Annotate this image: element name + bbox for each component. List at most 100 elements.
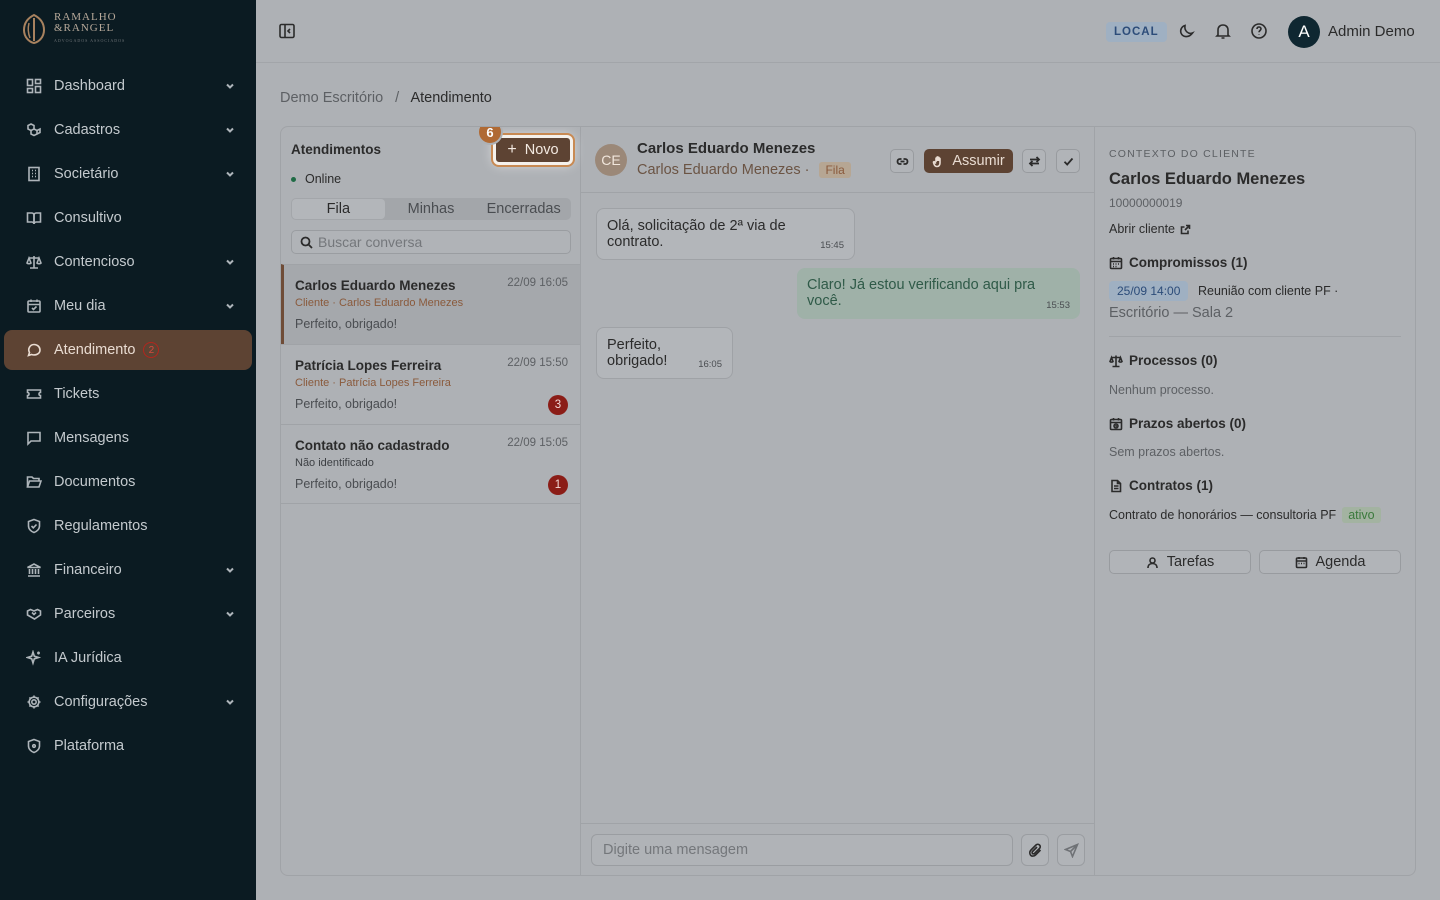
client-name: Carlos Eduardo Menezes <box>1109 170 1306 188</box>
agenda-button-label: Agenda <box>1315 554 1366 570</box>
tasks-button[interactable]: Tarefas <box>1109 550 1251 574</box>
scale-icon <box>26 254 42 270</box>
chevron-down-icon <box>224 168 236 180</box>
sidebar-item-meu-dia[interactable]: Meu dia <box>4 286 252 326</box>
avatar[interactable]: A <box>1288 16 1320 48</box>
client-context-column: CONTEXTO DO CLIENTE Carlos Eduardo Menez… <box>1095 127 1415 875</box>
sidebar-item-parceiros[interactable]: Parceiros <box>4 594 252 634</box>
message-list: Olá, solicitação de 2ª via de contrato. … <box>581 193 1094 823</box>
sidebar-item-tickets[interactable]: Tickets <box>4 374 252 414</box>
calendar-clock-icon <box>1109 417 1123 430</box>
topbar: LOCAL A Admin Demo <box>256 0 1440 63</box>
help-icon[interactable] <box>1250 22 1270 42</box>
sidebar-item-label: Societário <box>54 166 119 182</box>
sidebar-item-consultivo[interactable]: Consultivo <box>4 198 252 238</box>
conversation-item[interactable]: Contato não cadastrado 22/09 15:05 Não i… <box>281 424 580 504</box>
assume-button[interactable]: Assumir <box>924 149 1013 173</box>
online-status: Online <box>291 172 341 186</box>
sidebar-item-dashboard[interactable]: Dashboard <box>4 66 252 106</box>
attach-button[interactable] <box>1021 834 1049 866</box>
moon-icon[interactable] <box>1178 22 1198 42</box>
divider <box>1109 336 1401 337</box>
open-client-label: Abrir cliente <box>1109 222 1175 236</box>
tab-fila[interactable]: Fila <box>292 199 385 219</box>
message-bubble-incoming: Perfeito, obrigado! 16:05 <box>596 327 733 379</box>
processes-empty-text: Nenhum processo. <box>1109 383 1214 397</box>
breadcrumb-root[interactable]: Demo Escritório <box>280 90 383 106</box>
tab-encerradas[interactable]: Encerradas <box>477 199 570 219</box>
chat-column: CE Carlos Eduardo Menezes Carlos Eduardo… <box>581 127 1095 875</box>
conversation-time: 22/09 15:50 <box>507 357 568 369</box>
sidebar-item-contencioso[interactable]: Contencioso <box>4 242 252 282</box>
message-bubble-incoming: Olá, solicitação de 2ª via de contrato. … <box>596 208 855 260</box>
sidebar-item-regulamentos[interactable]: Regulamentos <box>4 506 252 546</box>
commitment-title[interactable]: Reunião com cliente PF · <box>1198 284 1338 298</box>
sidebar-item-configuracoes[interactable]: Configurações <box>4 682 252 722</box>
send-icon <box>1063 842 1079 858</box>
open-client-link[interactable]: Abrir cliente <box>1109 222 1191 236</box>
commitment-date-badge: 25/09 14:00 <box>1109 281 1189 301</box>
brand-logo[interactable]: RAMALHO &RANGEL ADVOGADOS ASSOCIADOS <box>22 12 125 46</box>
conversation-item[interactable]: Carlos Eduardo Menezes 22/09 16:05 Clien… <box>281 264 580 344</box>
message-input[interactable] <box>591 834 1013 866</box>
sidebar-item-label: Atendimento <box>54 342 136 358</box>
scale-icon <box>1109 354 1123 367</box>
link-button[interactable] <box>890 149 914 173</box>
sidebar-item-cadastros[interactable]: Cadastros <box>4 110 252 150</box>
paperclip-icon <box>1028 842 1041 857</box>
conversation-list-column: Atendimentos Online + Novo 6 Fila Minhas… <box>281 127 581 875</box>
processes-title: Processos (0) <box>1129 353 1218 368</box>
conversation-last-message: Perfeito, obrigado! <box>295 317 398 331</box>
search-input[interactable] <box>318 234 558 250</box>
sidebar-item-societario[interactable]: Societário <box>4 154 252 194</box>
bell-icon[interactable] <box>1214 22 1234 42</box>
external-link-icon <box>1180 224 1191 234</box>
book-open-icon <box>26 210 42 226</box>
sidebar-item-financeiro[interactable]: Financeiro <box>4 550 252 590</box>
message-time: 16:05 <box>698 359 722 370</box>
boxes-icon <box>26 122 42 138</box>
chevron-down-icon <box>224 696 236 708</box>
sidebar-item-label: Plataforma <box>54 738 125 754</box>
conversation-item[interactable]: Patrícia Lopes Ferreira 22/09 15:50 Clie… <box>281 344 580 424</box>
close-conversation-button[interactable] <box>1056 149 1080 173</box>
sidebar-item-label: Regulamentos <box>54 518 148 534</box>
conversation-tabs: Fila Minhas Encerradas <box>291 198 571 220</box>
agenda-button[interactable]: Agenda <box>1259 550 1401 574</box>
conversation-subtitle: Cliente · Patrícia Lopes Ferreira <box>295 377 451 389</box>
deadlines-section-title: Prazos abertos (0) <box>1109 416 1246 431</box>
sidebar-item-label: Contencioso <box>54 254 135 270</box>
sidebar-item-documentos[interactable]: Documentos <box>4 462 252 502</box>
conversation-subtitle: Cliente · Carlos Eduardo Menezes <box>295 297 464 309</box>
conversation-time: 22/09 16:05 <box>507 277 568 289</box>
sidebar-item-atendimento[interactable]: Atendimento 2 <box>4 330 252 370</box>
shield-icon <box>26 738 42 754</box>
assume-button-label: Assumir <box>952 153 1005 169</box>
conversation-last-message: Perfeito, obrigado! <box>295 477 398 491</box>
ticket-icon <box>26 386 42 402</box>
sidebar-item-ia-juridica[interactable]: IA Jurídica <box>4 638 252 678</box>
conversation-name: Patrícia Lopes Ferreira <box>295 358 442 373</box>
message-text: Claro! Já estou verificando aqui pra voc… <box>807 277 1036 309</box>
transfer-button[interactable] <box>1022 149 1046 173</box>
user-name[interactable]: Admin Demo <box>1328 23 1415 40</box>
message-circle-icon <box>26 342 42 358</box>
sidebar-item-label: Consultivo <box>54 210 122 226</box>
new-conversation-button[interactable]: + Novo <box>493 135 573 165</box>
chevron-down-icon <box>224 300 236 312</box>
sidebar-item-plataforma[interactable]: Plataforma <box>4 726 252 766</box>
hand-icon <box>932 155 942 167</box>
breadcrumb-current: Atendimento <box>410 90 492 106</box>
send-button[interactable] <box>1057 834 1085 866</box>
breadcrumb-separator: / <box>395 90 400 106</box>
chevron-down-icon <box>224 80 236 92</box>
unread-count-badge: 1 <box>548 475 568 495</box>
message-text: Olá, solicitação de 2ª via de contrato. <box>607 218 786 250</box>
notification-badge: 2 <box>143 342 160 358</box>
sidebar-item-mensagens[interactable]: Mensagens <box>4 418 252 458</box>
sidebar-toggle-icon[interactable] <box>278 22 298 42</box>
contract-item[interactable]: Contrato de honorários — consultoria PF … <box>1109 507 1381 523</box>
environment-badge: LOCAL <box>1106 22 1167 42</box>
tab-minhas[interactable]: Minhas <box>385 199 478 219</box>
brand-name: RAMALHO &RANGEL ADVOGADOS ASSOCIADOS <box>54 11 126 44</box>
